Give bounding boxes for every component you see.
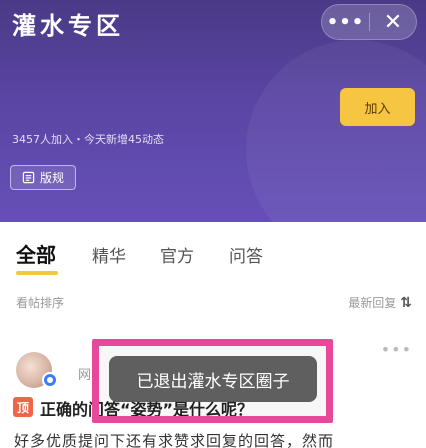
sort-toggle[interactable]: 最新回复 ⇅ [348,294,412,311]
sort-mode-label: 最新回复 [348,296,397,310]
rules-button[interactable]: 版规 [10,165,76,190]
circle-stats: 3457人加入・今天新增45动态 [12,133,164,146]
join-button[interactable]: 加入 [340,88,415,126]
tab-official[interactable]: 官方 [160,242,194,267]
miniapp-capsule: ••• ✕ [321,4,417,40]
close-icon[interactable]: ✕ [370,5,416,39]
sort-icon: ⇅ [400,294,412,311]
author-name[interactable]: 网 [78,364,91,383]
verified-badge-icon [42,372,58,388]
post-excerpt[interactable]: 好多优质提问下还有求赞求回复的回答，然而 [14,430,422,448]
sort-row: 看帖排序 最新回复 ⇅ [0,290,426,314]
tab-featured[interactable]: 精华 [92,242,126,267]
tab-all[interactable]: 全部 [16,239,56,268]
tab-bar: 全部 精华 官方 问答 [0,222,426,282]
toast-message: 已退出灌水专区圈子 [109,356,317,402]
more-icon[interactable]: ••• [322,5,369,39]
header-decoration [246,40,426,222]
rules-icon [22,171,35,184]
circle-header: 灌水专区 ••• ✕ 加入 3457人加入・今天新增45动态 版规 [0,0,426,222]
active-tab-indicator [16,271,58,275]
page-title: 灌水专区 [12,12,124,40]
post-more-icon[interactable]: ••• [381,340,412,359]
sort-label: 看帖排序 [16,296,65,310]
tab-qa[interactable]: 问答 [229,242,263,267]
rules-label: 版规 [39,171,64,185]
pinned-badge: 顶 [13,397,33,417]
